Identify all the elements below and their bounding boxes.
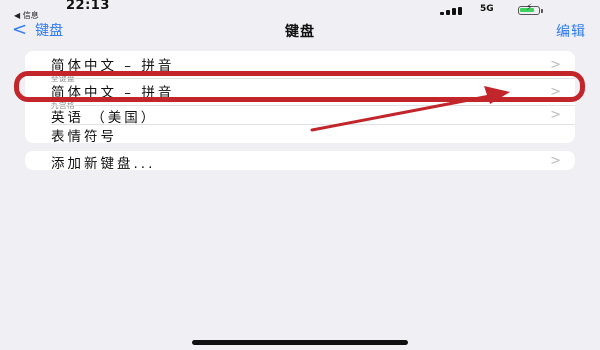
list-item-label: 简体中文 – 拼音	[51, 85, 175, 101]
add-keyboard-label: 添加新键盘...	[51, 156, 156, 170]
list-item-pinyin-9key[interactable]: 简体中文 – 拼音 九宫格 >	[25, 78, 575, 110]
list-item-label: 简体中文 – 拼音	[51, 58, 175, 74]
charging-bolt-icon: ⚡	[526, 3, 533, 13]
list-item-english-us[interactable]: 英语 （美国） >	[25, 105, 575, 126]
page-title: 键盘	[285, 24, 315, 40]
status-time: 22:13	[66, 0, 110, 13]
edit-button[interactable]: 编辑	[556, 21, 586, 41]
home-indicator[interactable]	[192, 340, 408, 345]
battery-icon: ⚡	[518, 3, 540, 15]
list-item-pinyin-qwerty[interactable]: 简体中文 – 拼音 全键盘 >	[25, 51, 575, 83]
signal-icon	[440, 7, 468, 15]
chevron-right-icon: >	[550, 57, 561, 72]
chevron-right-icon: >	[550, 153, 561, 168]
list-item-label: 表情符号	[51, 129, 117, 143]
add-keyboard-button[interactable]: 添加新键盘... >	[25, 151, 575, 170]
network-type: 5G	[480, 4, 494, 14]
navigation-bar: < 键盘 键盘 编辑	[0, 18, 600, 42]
keyboard-list: 简体中文 – 拼音 全键盘 > 简体中文 – 拼音 九宫格 > 英语 （美国） …	[25, 51, 575, 143]
chevron-right-icon: >	[550, 84, 561, 99]
list-item-label: 英语 （美国）	[51, 110, 158, 126]
add-keyboard-group: 添加新键盘... >	[25, 151, 575, 170]
chevron-right-icon: >	[550, 107, 561, 122]
list-item-emoji[interactable]: 表情符号	[25, 124, 575, 143]
